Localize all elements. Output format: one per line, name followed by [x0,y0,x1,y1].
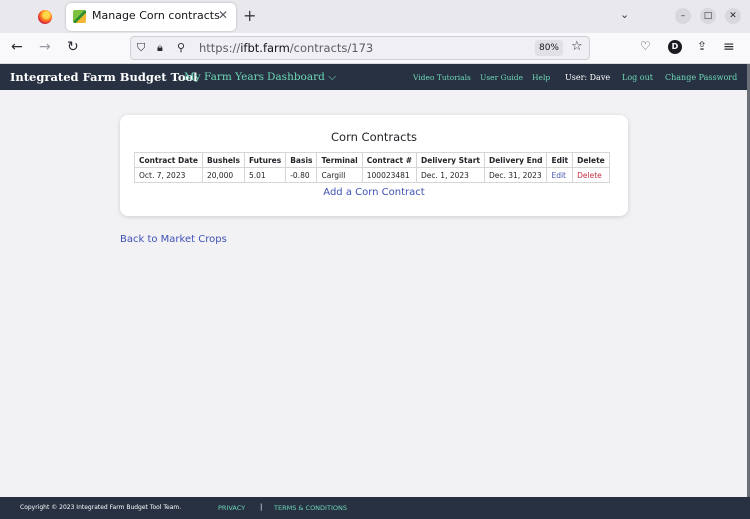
column-header: Edit [546,152,574,168]
copyright-text: Copyright © 2023 Integrated Farm Budget … [20,504,182,511]
app-navbar: Integrated Farm Budget Tool My Farm Year… [0,64,750,90]
card-title: Corn Contracts [331,130,417,144]
lock-icon[interactable]: 🔒︎ [157,41,163,55]
cell-contract-date: Oct. 7, 2023 [134,167,203,183]
maximize-icon[interactable]: □ [700,8,716,24]
footer-privacy-link[interactable]: PRIVACY [218,504,245,512]
column-header: Delivery Start [416,152,485,168]
close-window-icon[interactable]: ✕ [725,8,741,24]
browser-nav-bar: ← → ↻ ⛉ 🔒︎ ⚲ https://ifbt.farm/contracts… [0,33,750,64]
back-arrow-icon[interactable]: ← [11,39,23,55]
chevron-down-icon: ⌵ [328,71,337,83]
user-label: User: Dave [565,73,611,82]
url-bar[interactable]: ⛉ 🔒︎ ⚲ https://ifbt.farm/contracts/173 8… [130,36,590,60]
forward-arrow-icon[interactable]: → [39,39,51,55]
firefox-icon[interactable] [38,10,52,24]
cell-contract-number: 100023481 [361,167,418,183]
nav-video-tutorials[interactable]: Video Tutorials [413,73,471,82]
new-tab-icon[interactable]: + [243,6,256,25]
column-header: Futures [243,152,287,168]
tab-list-chevron-icon[interactable]: ⌄ [620,8,629,21]
zoom-level[interactable]: 80% [535,40,563,56]
contracts-card: Corn Contracts Contract Date Bushels Fut… [120,115,628,216]
tab-title: Manage Corn contracts [92,9,220,22]
nav-change-password[interactable]: Change Password [665,73,737,82]
cell-futures: 5.01 [243,167,287,183]
footer-terms-link[interactable]: TERMS & CONDITIONS [274,504,347,512]
extensions-icon[interactable]: ⇪ [697,39,707,53]
cell-bushels: 20,000 [201,167,245,183]
cell-delivery-start: Dec. 1, 2023 [416,167,485,183]
reload-icon[interactable]: ↻ [67,39,79,55]
column-header: Delivery End [483,152,548,168]
nav-user-guide[interactable]: User Guide [480,73,523,82]
url-text[interactable]: https://ifbt.farm/contracts/173 [199,41,373,55]
cell-basis: -0.80 [285,167,318,183]
permissions-icon[interactable]: ⚲ [177,41,185,54]
back-to-market-crops-link[interactable]: Back to Market Crops [120,234,227,245]
nav-log-out[interactable]: Log out [622,73,653,82]
account-avatar[interactable]: D [668,40,682,54]
column-header: Terminal [316,152,363,168]
column-header: Contract Date [134,152,203,168]
bookmark-star-icon[interactable]: ☆ [571,39,583,54]
contracts-table: Contract Date Bushels Futures Basis Term… [134,152,610,183]
app-brand[interactable]: Integrated Farm Budget Tool [10,70,198,84]
add-contract-link[interactable]: Add a Corn Contract [120,187,628,198]
cell-delivery-end: Dec. 31, 2023 [483,167,548,183]
column-header: Delete [572,152,610,168]
nav-help[interactable]: Help [532,73,550,82]
column-header: Bushels [201,152,245,168]
footer-separator: | [260,503,263,511]
cell-delete: Delete [572,167,610,183]
column-header: Contract # [361,152,418,168]
edit-link[interactable]: Edit [551,171,566,180]
table-row: Oct. 7, 2023 20,000 5.01 -0.80 Cargill 1… [134,167,610,183]
shield-icon[interactable]: ⛉ [137,41,145,55]
cell-terminal: Cargill [316,167,363,183]
cell-edit: Edit [546,167,574,183]
delete-link[interactable]: Delete [577,171,602,180]
pocket-icon[interactable]: ♡ [640,39,651,53]
table-header-row: Contract Date Bushels Futures Basis Term… [134,152,610,168]
menu-icon[interactable]: ≡ [723,39,735,55]
site-favicon-icon [73,10,86,23]
minimize-icon[interactable]: – [675,8,691,24]
nav-my-farm-years[interactable]: My Farm Years [184,71,264,83]
tab-close-icon[interactable]: ✕ [218,8,228,22]
nav-dashboard-label: Dashboard [267,71,325,83]
browser-tab-active[interactable]: Manage Corn contracts ✕ [66,3,236,31]
footer: Copyright © 2023 Integrated Farm Budget … [0,497,750,519]
nav-dashboard[interactable]: Dashboard ⌵ [267,71,336,84]
column-header: Basis [285,152,318,168]
browser-tab-bar: Manage Corn contracts ✕ + ⌄ – □ ✕ [0,0,750,33]
